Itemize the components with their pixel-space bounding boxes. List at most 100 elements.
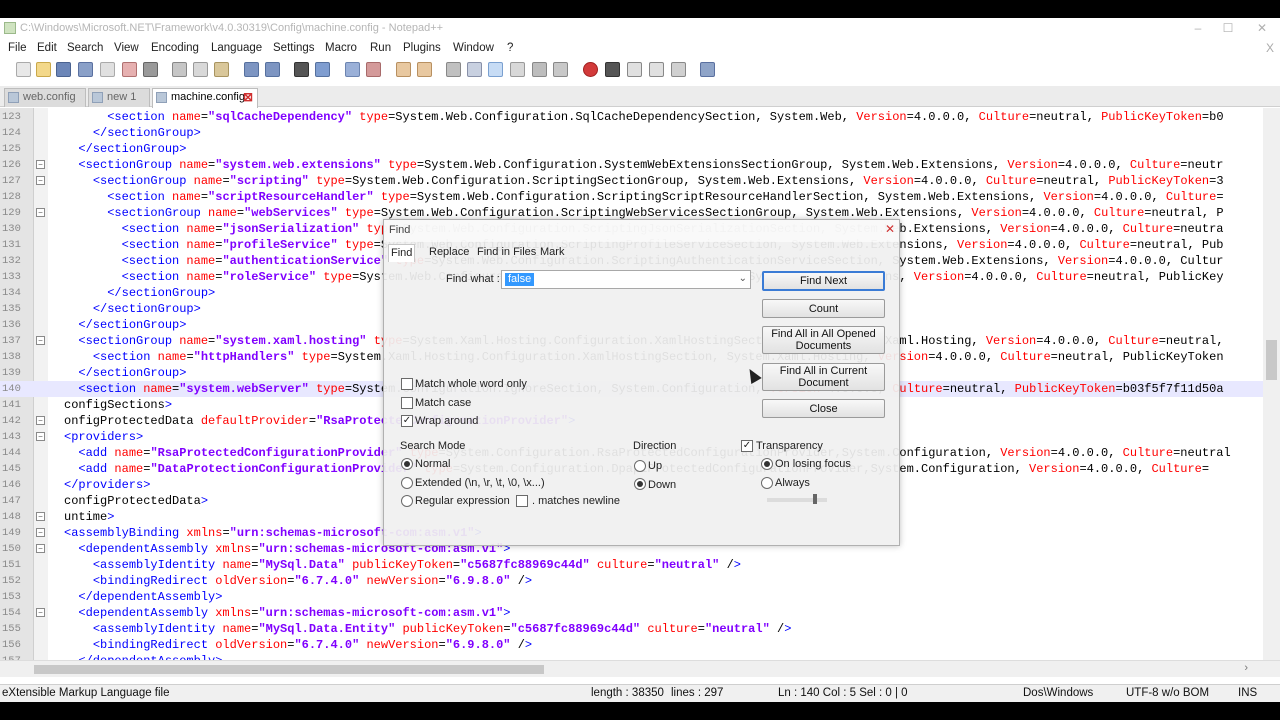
code-line[interactable]: 125 </sectionGroup>	[0, 141, 1280, 157]
vertical-scroll-thumb[interactable]	[1266, 340, 1277, 380]
fold-toggle-icon[interactable]: −	[36, 512, 45, 521]
maximize-icon[interactable]: ☐	[1214, 20, 1242, 36]
minimize-icon[interactable]: –	[1184, 20, 1212, 36]
find-what-input[interactable]: false ⌄	[501, 270, 751, 289]
code-line[interactable]: 127 − <sectionGroup name="scripting" type…	[0, 173, 1280, 189]
menu-file[interactable]: File	[8, 42, 27, 54]
save-all-icon[interactable]	[78, 62, 93, 77]
code-line[interactable]: 123 <section name="sqlCacheDependency" t…	[0, 109, 1280, 125]
code-line[interactable]: 128 <section name="scriptResourceHandler…	[0, 189, 1280, 205]
tab-close-icon[interactable]: ⊠	[243, 90, 253, 104]
chevron-down-icon[interactable]: ⌄	[739, 273, 747, 284]
menu-run[interactable]: Run	[370, 42, 391, 54]
folder-workspace-icon[interactable]	[553, 62, 568, 77]
code-line[interactable]: 154 − <dependentAssembly xmlns="urn:schem…	[0, 605, 1280, 621]
menu-encoding[interactable]: Encoding	[151, 42, 199, 54]
horizontal-scroll-thumb[interactable]	[34, 665, 544, 674]
transparency-slider-knob[interactable]	[813, 494, 817, 504]
menu-plugins[interactable]: Plugins	[403, 42, 441, 54]
direction-down-radio[interactable]	[634, 478, 646, 490]
paste-icon[interactable]	[214, 62, 229, 77]
word-wrap-icon[interactable]	[446, 62, 461, 77]
play-macro-icon[interactable]	[627, 62, 642, 77]
fold-toggle-icon[interactable]: −	[36, 160, 45, 169]
save-macro-icon[interactable]	[671, 62, 686, 77]
fold-toggle-icon[interactable]: −	[36, 208, 45, 217]
tab-new-1[interactable]: new 1	[88, 88, 150, 107]
copy-icon[interactable]	[193, 62, 208, 77]
cut-icon[interactable]	[172, 62, 187, 77]
menu-help[interactable]: ?	[507, 42, 513, 54]
fold-toggle-icon[interactable]: −	[36, 432, 45, 441]
close-button[interactable]: Close	[762, 399, 885, 418]
dialog-tab-mark[interactable]: Mark	[538, 244, 566, 262]
zoom-in-icon[interactable]	[345, 62, 360, 77]
always-radio[interactable]	[761, 477, 773, 489]
tab-machine-config[interactable]: machine.config ⊠	[152, 88, 258, 108]
tab-web-config[interactable]: web.config	[4, 88, 86, 107]
matches-newline-checkbox[interactable]	[516, 495, 528, 507]
plugin-icon[interactable]	[700, 62, 715, 77]
zoom-out-icon[interactable]	[366, 62, 381, 77]
menu-edit[interactable]: Edit	[37, 42, 57, 54]
new-file-icon[interactable]	[16, 62, 31, 77]
code-line[interactable]: 151 <assemblyIdentity name="MySql.Data" …	[0, 557, 1280, 573]
menu-window[interactable]: Window	[453, 42, 494, 54]
horizontal-scrollbar[interactable]: ›	[0, 660, 1280, 677]
menu-search[interactable]: Search	[67, 42, 103, 54]
undo-icon[interactable]	[244, 62, 259, 77]
document-close-icon[interactable]: X	[1266, 41, 1274, 55]
sync-horizontal-icon[interactable]	[417, 62, 432, 77]
transparency-slider[interactable]	[767, 494, 827, 504]
sync-vertical-icon[interactable]	[396, 62, 411, 77]
vertical-scrollbar[interactable]	[1263, 108, 1280, 660]
dialog-tab-find[interactable]: Find	[388, 244, 416, 262]
replace-icon[interactable]	[315, 62, 330, 77]
match-case-checkbox[interactable]	[401, 397, 413, 409]
wrap-around-checkbox[interactable]: ✓	[401, 415, 413, 427]
count-button[interactable]: Count	[762, 299, 885, 318]
run-macro-multiple-icon[interactable]	[649, 62, 664, 77]
dialog-tab-find-in-files[interactable]: Find in Files	[475, 244, 538, 262]
find-all-opened-button[interactable]: Find All in All Opened Documents	[762, 326, 885, 354]
code-line[interactable]: 157 </dependentAssembly>	[0, 653, 1280, 660]
on-losing-focus-radio[interactable]	[761, 458, 773, 470]
find-all-current-button[interactable]: Find All in Current Document	[762, 363, 885, 391]
close-all-icon[interactable]	[122, 62, 137, 77]
doc-map-icon[interactable]	[510, 62, 525, 77]
print-icon[interactable]	[143, 62, 158, 77]
code-line[interactable]: 124 </sectionGroup>	[0, 125, 1280, 141]
function-list-icon[interactable]	[532, 62, 547, 77]
find-icon[interactable]	[294, 62, 309, 77]
window-close-icon[interactable]: ✕	[1248, 20, 1276, 36]
scroll-right-icon[interactable]: ›	[1244, 662, 1248, 674]
fold-toggle-icon[interactable]: −	[36, 416, 45, 425]
fold-toggle-icon[interactable]: −	[36, 336, 45, 345]
dialog-close-icon[interactable]: ✕	[885, 222, 895, 236]
direction-up-radio[interactable]	[634, 460, 646, 472]
find-next-button[interactable]: Find Next	[762, 271, 885, 291]
code-line[interactable]: 156 <bindingRedirect oldVersion="6.7.4.0…	[0, 637, 1280, 653]
code-line[interactable]: 126 − <sectionGroup name="system.web.exte…	[0, 157, 1280, 173]
fold-toggle-icon[interactable]: −	[36, 544, 45, 553]
stop-macro-icon[interactable]	[605, 62, 620, 77]
whole-word-checkbox[interactable]	[401, 378, 413, 390]
find-dialog-title-bar[interactable]: Find ✕	[384, 220, 899, 242]
menu-language[interactable]: Language	[211, 42, 262, 54]
regex-mode-radio[interactable]	[401, 495, 413, 507]
code-line[interactable]: 155 <assemblyIdentity name="MySql.Data.E…	[0, 621, 1280, 637]
fold-toggle-icon[interactable]: −	[36, 176, 45, 185]
redo-icon[interactable]	[265, 62, 280, 77]
code-line[interactable]: 153 </dependentAssembly>	[0, 589, 1280, 605]
menu-view[interactable]: View	[114, 42, 139, 54]
close-file-icon[interactable]	[100, 62, 115, 77]
fold-toggle-icon[interactable]: −	[36, 608, 45, 617]
code-line[interactable]: 152 <bindingRedirect oldVersion="6.7.4.0…	[0, 573, 1280, 589]
transparency-checkbox[interactable]: ✓	[741, 440, 753, 452]
record-macro-icon[interactable]	[583, 62, 598, 77]
menu-settings[interactable]: Settings	[273, 42, 315, 54]
menu-macro[interactable]: Macro	[325, 42, 357, 54]
show-all-chars-icon[interactable]	[467, 62, 482, 77]
normal-mode-radio[interactable]	[401, 458, 413, 470]
save-icon[interactable]	[56, 62, 71, 77]
